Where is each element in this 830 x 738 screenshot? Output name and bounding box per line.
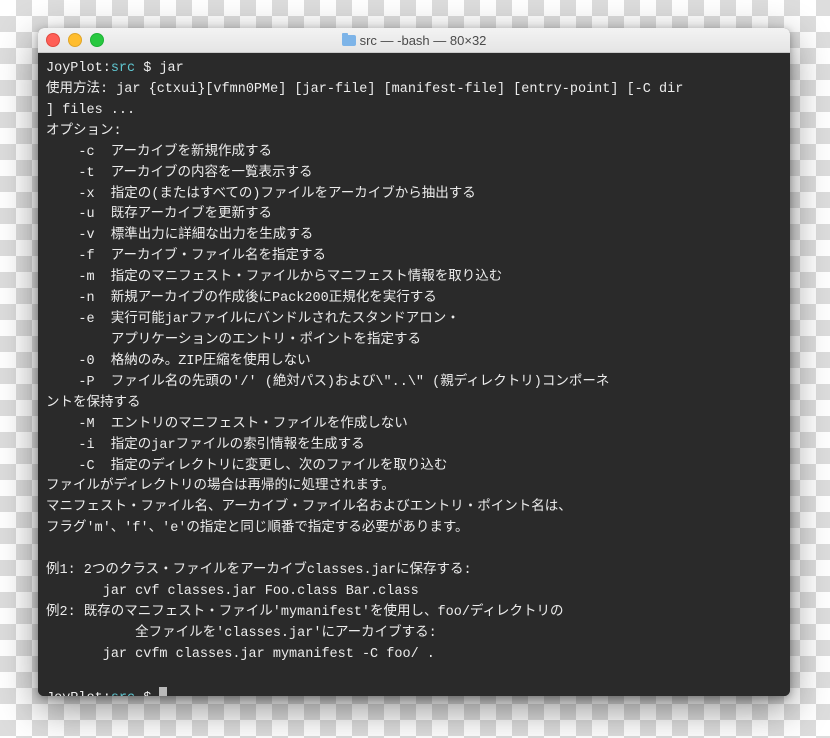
window-title: src — -bash — 80×32 (38, 33, 790, 48)
output-line: -u 既存アーカイブを更新する (46, 207, 272, 222)
output-line: -M エントリのマニフェスト・ファイルを作成しない (46, 417, 408, 432)
command-1: jar (159, 61, 183, 76)
zoom-button[interactable] (90, 33, 104, 47)
cursor (159, 687, 167, 696)
output-line: オプション: (46, 124, 122, 139)
output-line: -P ファイル名の先頭の'/' (絶対パス)および\"..\" (親ディレクトリ… (46, 375, 609, 390)
output-line: 例1: 2つのクラス・ファイルをアーカイブclasses.jarに保存する: (46, 563, 472, 578)
prompt-dollar: $ (135, 691, 159, 696)
output-line: -C 指定のディレクトリに変更し、次のファイルを取り込む (46, 459, 447, 474)
folder-icon (342, 35, 356, 46)
terminal-body[interactable]: JoyPlot:src $ jar 使用方法: jar {ctxui}[vfmn… (38, 53, 790, 696)
titlebar: src — -bash — 80×32 (38, 28, 790, 53)
output-line: -t アーカイブの内容を一覧表示する (46, 166, 313, 181)
output-line: ントを保持する (46, 396, 141, 411)
prompt-dir: src (111, 61, 135, 76)
output-line: jar cvfm classes.jar mymanifest -C foo/ … (46, 647, 435, 662)
output-line: -m 指定のマニフェスト・ファイルからマニフェスト情報を取り込む (46, 270, 502, 285)
traffic-lights (46, 33, 104, 47)
output-line: -c アーカイブを新規作成する (46, 145, 272, 160)
output-line: アプリケーションのエントリ・ポイントを指定する (46, 333, 421, 348)
output-line: -0 格納のみ。ZIP圧縮を使用しない (46, 354, 311, 369)
minimize-button[interactable] (68, 33, 82, 47)
output-line: -n 新規アーカイブの作成後にPack200正規化を実行する (46, 291, 437, 306)
prompt-dollar: $ (135, 61, 159, 76)
prompt-host: JoyPlot: (46, 61, 111, 76)
output-line: 全ファイルを'classes.jar'にアーカイブする: (46, 626, 437, 641)
output-line: -f アーカイブ・ファイル名を指定する (46, 249, 326, 264)
output-line: -e 実行可能jarファイルにバンドルされたスタンドアロン・ (46, 312, 460, 327)
prompt-dir: src (111, 691, 135, 696)
window-title-text: src — -bash — 80×32 (360, 33, 487, 48)
terminal-window: src — -bash — 80×32 JoyPlot:src $ jar 使用… (38, 28, 790, 696)
output-line: -x 指定の(またはすべての)ファイルをアーカイブから抽出する (46, 187, 476, 202)
close-button[interactable] (46, 33, 60, 47)
output-line: ファイルがディレクトリの場合は再帰的に処理されます。 (46, 479, 395, 494)
output-line: 使用方法: jar {ctxui}[vfmn0PMe] [jar-file] [… (46, 82, 683, 97)
output-line: -i 指定のjarファイルの索引情報を生成する (46, 438, 365, 453)
output-line: 例2: 既存のマニフェスト・ファイル'mymanifest'を使用し、foo/デ… (46, 605, 563, 620)
output-line: マニフェスト・ファイル名、アーカイブ・ファイル名およびエントリ・ポイント名は、 (46, 500, 572, 515)
output-line: jar cvf classes.jar Foo.class Bar.class (46, 584, 419, 599)
prompt-host: JoyPlot: (46, 691, 111, 696)
output-line: フラグ'm'、'f'、'e'の指定と同じ順番で指定する必要があります。 (46, 521, 469, 536)
output-line: ] files ... (46, 103, 135, 118)
output-line: -v 標準出力に詳細な出力を生成する (46, 228, 313, 243)
